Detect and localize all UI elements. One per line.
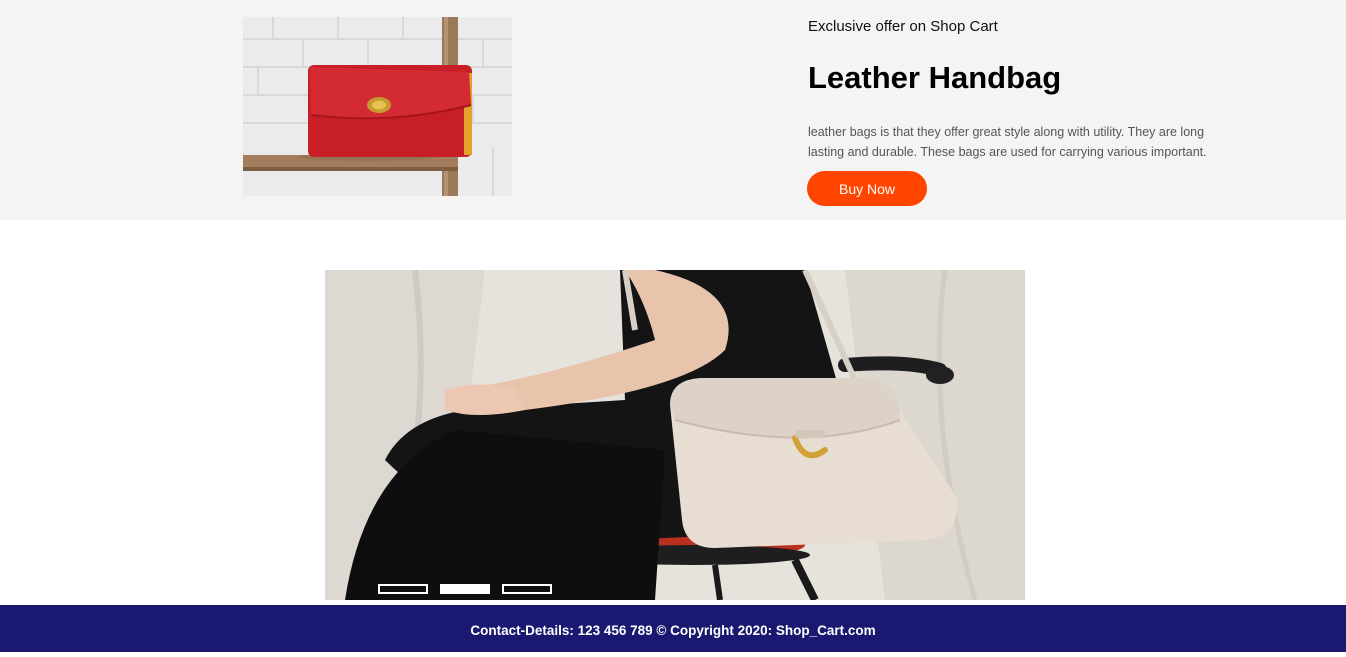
product-title: Leather Handbag: [808, 60, 1062, 95]
woman-with-beige-handbag-image: [325, 270, 1025, 600]
buy-now-button[interactable]: Buy Now: [807, 171, 927, 206]
offer-section: Exclusive offer on Shop Cart Leather Han…: [0, 0, 1346, 220]
offer-eyebrow: Exclusive offer on Shop Cart: [808, 18, 998, 35]
red-leather-wallet-image: [243, 17, 512, 196]
footer: Contact-Details: 123 456 789 © Copyright…: [0, 605, 1346, 652]
carousel-indicator-1[interactable]: [378, 584, 428, 594]
footer-contact-text: Contact-Details: 123 456 789 © Copyright…: [470, 623, 876, 638]
carousel-indicator-3[interactable]: [502, 584, 552, 594]
product-image: [243, 17, 512, 196]
carousel-indicator-2[interactable]: [440, 584, 490, 594]
image-carousel[interactable]: [325, 270, 1025, 600]
product-description: leather bags is that they offer great st…: [808, 125, 1207, 159]
